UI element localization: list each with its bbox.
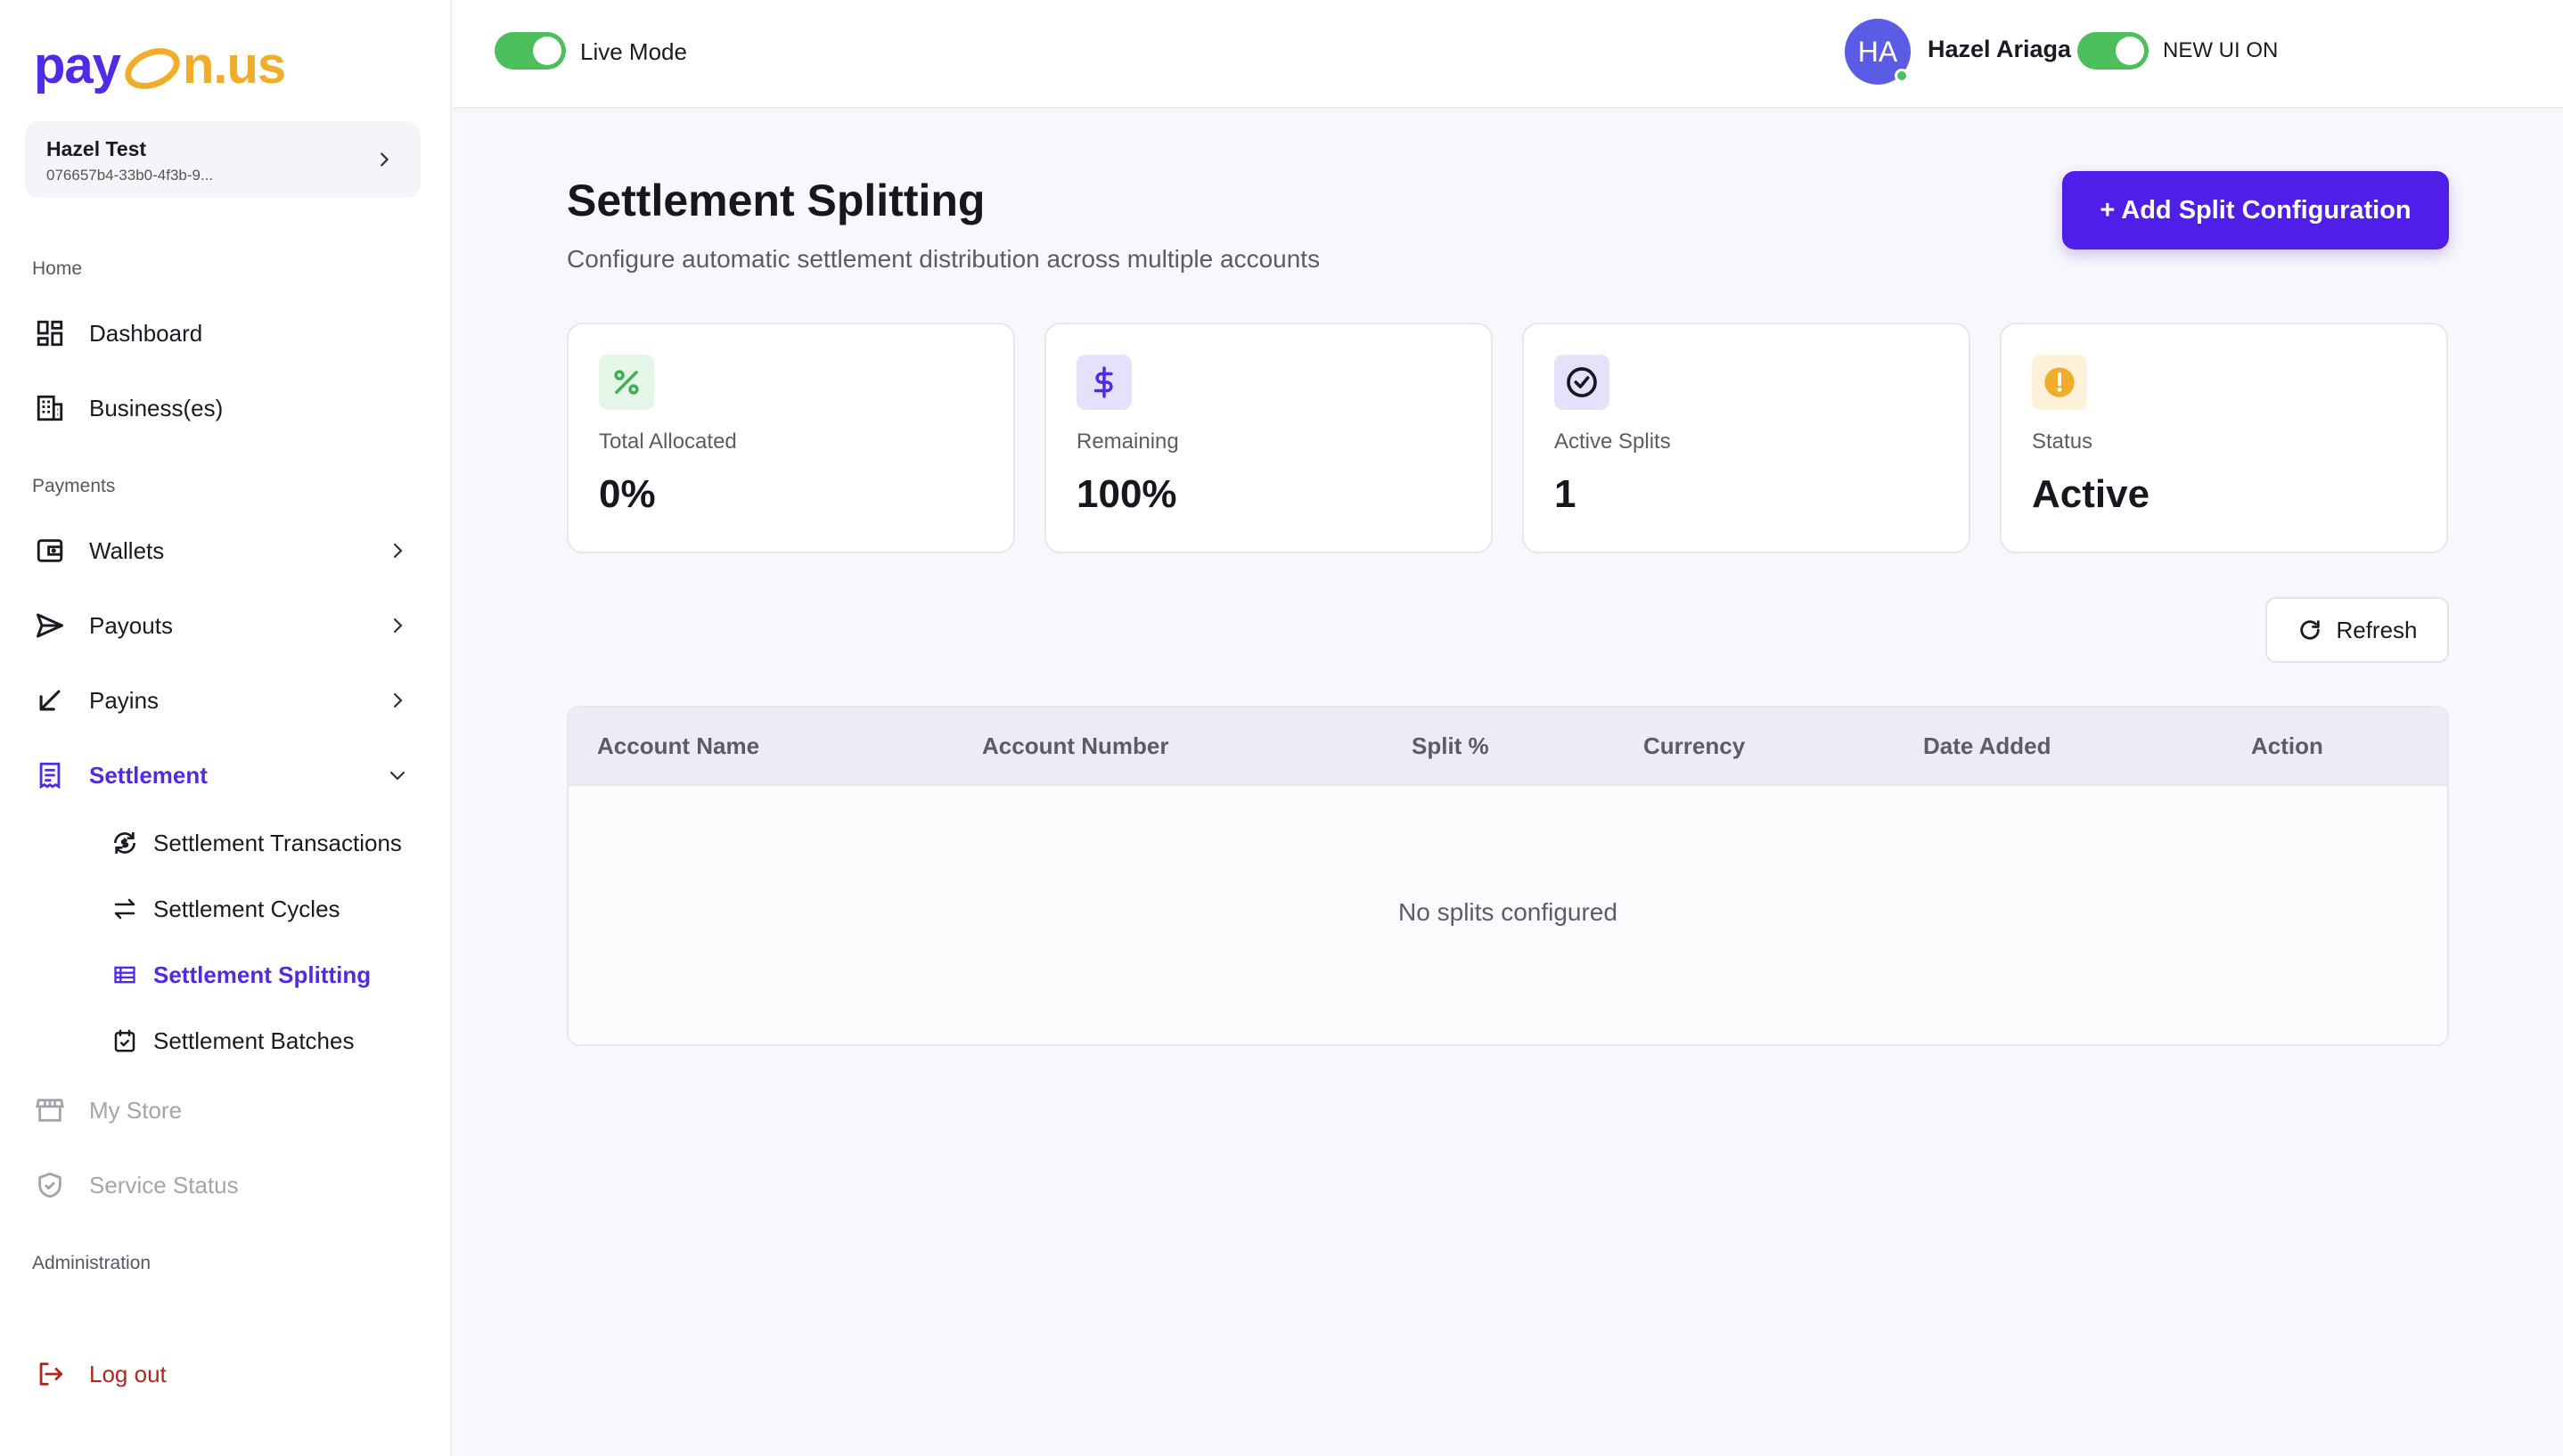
section-label-administration: Administration	[32, 1253, 151, 1273]
stat-card-total-allocated: Total Allocated 0%	[567, 323, 1015, 553]
column-header-date-added[interactable]: Date Added	[1923, 732, 2051, 760]
page-title: Settlement Splitting	[567, 176, 986, 225]
arrows-exchange-icon	[109, 893, 141, 925]
refresh-icon	[2297, 617, 2323, 643]
new-ui-label: NEW UI ON	[2163, 38, 2279, 62]
sidebar-item-label: Business(es)	[89, 394, 224, 421]
table-list-icon	[109, 959, 141, 991]
business-switcher[interactable]: Hazel Test 076657b4-33b0-4f3b-9...	[25, 121, 421, 198]
logo-text-rest: n.us	[182, 36, 286, 94]
sidebar-item-businesses[interactable]: Business(es)	[32, 387, 415, 429]
online-status-dot	[1895, 69, 1909, 83]
refresh-dollar-icon	[109, 827, 141, 859]
splits-table: Account Name Account Number Split % Curr…	[567, 706, 2449, 1046]
chevron-right-icon	[393, 543, 403, 559]
arrow-down-left-icon	[32, 683, 68, 718]
column-header-action: Action	[2251, 732, 2323, 759]
sidebar-item-payouts[interactable]: Payouts	[32, 604, 415, 647]
refresh-label: Refresh	[2336, 616, 2418, 643]
sidebar-item-settlement[interactable]: Settlement	[32, 754, 415, 797]
calendar-check-icon	[109, 1025, 141, 1057]
stat-value: Active	[2032, 472, 2150, 516]
chevron-down-icon	[389, 771, 405, 781]
page-subtitle: Configure automatic settlement distribut…	[567, 245, 1321, 273]
dollar-icon	[1077, 355, 1132, 410]
new-ui-toggle[interactable]	[2077, 32, 2149, 70]
dashboard-icon	[32, 315, 68, 351]
alert-circle-icon	[2032, 355, 2087, 410]
chevron-right-icon	[393, 618, 403, 634]
wallet-icon	[32, 533, 68, 568]
chevron-right-icon	[393, 692, 403, 708]
sidebar-subitem-settlement-splitting[interactable]: Settlement Splitting	[109, 955, 371, 994]
percent-icon	[599, 355, 654, 410]
shield-check-icon	[32, 1167, 68, 1203]
business-name: Hazel Test	[46, 137, 147, 160]
avatar[interactable]: HA	[1845, 19, 1911, 85]
chevron-right-icon	[381, 152, 389, 167]
stat-value: 1	[1554, 472, 1576, 516]
sidebar-subitem-settlement-batches[interactable]: Settlement Batches	[109, 1021, 354, 1060]
logout-label: Log out	[89, 1360, 167, 1387]
stat-card-active-splits: Active Splits 1	[1522, 323, 1970, 553]
section-label-payments: Payments	[32, 476, 116, 496]
sidebar-item-label: My Store	[89, 1096, 183, 1124]
sidebar-subitem-label: Settlement Cycles	[153, 895, 340, 922]
avatar-initials: HA	[1857, 35, 1898, 68]
stat-value: 0%	[599, 472, 656, 516]
sidebar-item-label: Payouts	[89, 611, 173, 639]
store-icon	[32, 1092, 68, 1128]
stat-card-remaining: Remaining 100%	[1044, 323, 1493, 553]
stat-value: 100%	[1077, 472, 1177, 516]
column-header-split-percent[interactable]: Split %	[1412, 732, 1489, 760]
column-header-account-name[interactable]: Account Name	[597, 732, 759, 760]
stat-card-status: Status Active	[2000, 323, 2448, 553]
stat-label: Status	[2032, 429, 2093, 454]
sidebar-item-payins[interactable]: Payins	[32, 679, 415, 722]
column-header-currency[interactable]: Currency	[1643, 732, 1745, 760]
sidebar-subitem-settlement-cycles[interactable]: Settlement Cycles	[109, 889, 340, 928]
top-bar: Live Mode NEW UI ON	[454, 0, 2563, 109]
refresh-button[interactable]: Refresh	[2265, 597, 2449, 663]
sidebar-subitem-label: Settlement Splitting	[153, 961, 372, 988]
check-circle-icon	[1554, 355, 1609, 410]
sidebar-item-dashboard[interactable]: Dashboard	[32, 312, 415, 355]
sidebar-item-label: Payins	[89, 686, 160, 714]
stat-label: Total Allocated	[599, 429, 737, 454]
logo-text-pay: pay	[34, 36, 121, 94]
sidebar: pay n.us Hazel Test 076657b4-33b0-4f3b-9…	[0, 0, 452, 1456]
add-split-configuration-button[interactable]: + Add Split Configuration	[2062, 171, 2449, 249]
column-header-account-number[interactable]: Account Number	[982, 732, 1168, 760]
user-name[interactable]: Hazel Ariaga	[1928, 36, 2071, 63]
logo-ring-icon	[119, 40, 186, 97]
sidebar-item-service-status[interactable]: Service Status	[32, 1164, 415, 1207]
payonus-logo[interactable]: pay n.us	[34, 34, 286, 97]
sidebar-item-label: Wallets	[89, 536, 165, 564]
sidebar-subitem-settlement-transactions[interactable]: Settlement Transactions	[109, 823, 402, 863]
stat-label: Active Splits	[1554, 429, 1671, 454]
sidebar-item-my-store[interactable]: My Store	[32, 1089, 415, 1132]
sidebar-item-label: Dashboard	[89, 319, 203, 347]
sidebar-item-label: Settlement	[89, 761, 208, 789]
table-header: Account Name Account Number Split % Curr…	[569, 708, 2447, 786]
section-label-home: Home	[32, 258, 83, 279]
receipt-icon	[32, 757, 68, 793]
logout-button[interactable]: Log out	[32, 1356, 167, 1392]
business-id: 076657b4-33b0-4f3b-9...	[46, 167, 214, 184]
empty-state-message: No splits configured	[1398, 898, 1617, 926]
building-icon	[32, 390, 68, 426]
logout-icon	[32, 1356, 68, 1392]
sidebar-subitem-label: Settlement Batches	[153, 1027, 355, 1054]
stat-label: Remaining	[1077, 429, 1179, 454]
sidebar-item-wallets[interactable]: Wallets	[32, 529, 415, 572]
sidebar-subitem-label: Settlement Transactions	[153, 829, 402, 856]
sidebar-item-label: Service Status	[89, 1171, 239, 1198]
live-mode-label: Live Mode	[580, 38, 687, 65]
live-mode-toggle[interactable]	[495, 32, 566, 70]
send-icon	[32, 608, 68, 643]
